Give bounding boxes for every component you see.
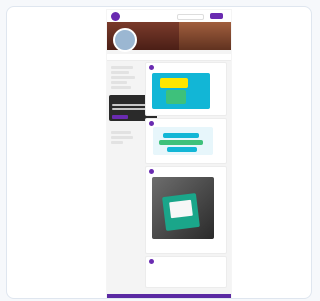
post-avatar[interactable] [149,259,154,264]
infographic-image[interactable] [153,127,213,155]
post-card [145,166,227,254]
popup-accept-button[interactable] [112,115,128,119]
sidebar-item[interactable] [111,71,129,74]
brand-logo [111,12,120,21]
infographic-bar [167,147,197,152]
profile-avatar [113,28,137,52]
screenshot-card: × [6,6,312,299]
sidebar-item[interactable] [111,131,131,134]
sidebar-item[interactable] [111,141,123,144]
infographic-bar [163,133,199,138]
sidebar-item[interactable] [111,136,133,139]
flyer-green-box [166,90,186,104]
profile-tabs [107,54,231,61]
post-avatar[interactable] [149,121,154,126]
sidebar-item[interactable] [111,86,131,89]
post-card [145,256,227,288]
page-thumbnail: × [107,10,231,298]
search-input[interactable] [177,14,204,20]
sidebar-item[interactable] [111,66,133,69]
post-avatar[interactable] [149,65,154,70]
white-card-object [169,199,193,219]
post-header [149,169,223,175]
footer-bar [107,294,231,298]
infographic-bar [159,140,203,145]
top-action-button[interactable] [210,13,223,19]
post-card [145,62,227,116]
post-header [149,65,223,71]
photo-image[interactable] [152,177,214,239]
main-feed [145,62,227,298]
flyer-image[interactable] [152,73,210,109]
flyer-yellow-box [160,78,188,88]
post-header [149,259,223,265]
post-avatar[interactable] [149,169,154,174]
sidebar-item[interactable] [111,76,135,79]
sidebar-item[interactable] [111,81,127,84]
post-card [145,118,227,164]
popup-text-line [112,108,146,110]
